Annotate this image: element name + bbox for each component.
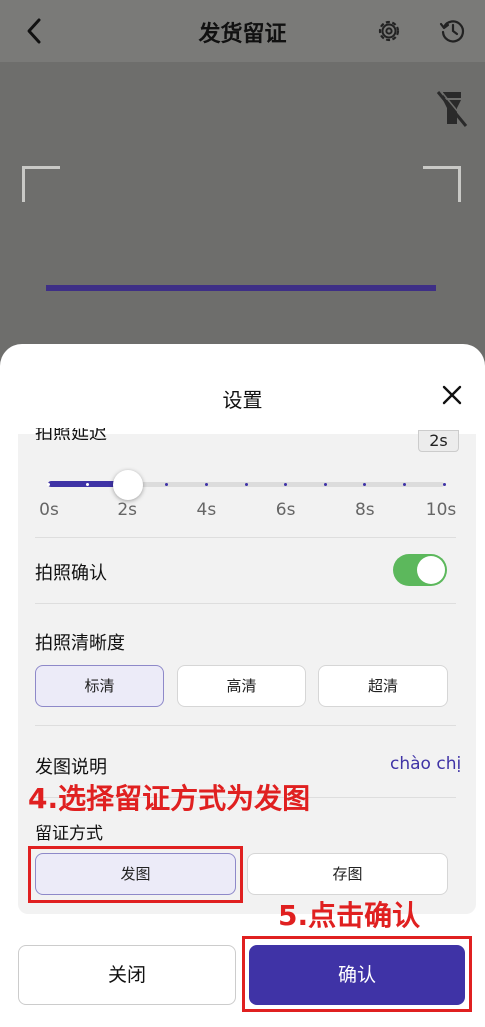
- scan-frame-corner: [423, 166, 461, 202]
- annotation-box-step4: [28, 846, 243, 903]
- method-option-save-image[interactable]: 存图: [247, 853, 448, 895]
- slider-tick-label: 2s: [117, 500, 138, 520]
- clarity-option-hd[interactable]: 高清: [177, 665, 306, 707]
- gear-icon[interactable]: [374, 16, 404, 46]
- scan-line: [46, 285, 436, 291]
- top-bar: 发货留证: [0, 0, 485, 62]
- photo-confirm-label: 拍照确认: [35, 563, 107, 584]
- photo-confirm-toggle[interactable]: [393, 554, 447, 586]
- slider-tick: [402, 483, 406, 486]
- camera-preview: [0, 62, 485, 362]
- divider: [35, 537, 456, 538]
- toggle-knob: [417, 556, 445, 584]
- annotation-box-step5: [242, 936, 472, 1012]
- page-title: 发货留证: [198, 22, 287, 47]
- delay-value-badge: 2s: [418, 430, 459, 452]
- clarity-label: 拍照清晰度: [35, 633, 125, 654]
- flash-off-icon[interactable]: [434, 88, 470, 128]
- slider-tick: [442, 483, 446, 486]
- slider-tick-label: 4s: [196, 500, 217, 520]
- caption-value-link[interactable]: chào chị: [390, 754, 461, 774]
- caption-label: 发图说明: [35, 757, 107, 778]
- annotation-step5: 5.点击确认: [278, 899, 421, 932]
- clarity-option-standard[interactable]: 标清: [35, 665, 164, 707]
- slider-tick: [204, 483, 208, 486]
- slider-tick-label: 8s: [354, 500, 375, 520]
- slider-tick-label: 0s: [39, 500, 59, 520]
- slider-tick: [323, 483, 327, 486]
- divider: [35, 603, 456, 604]
- divider: [35, 725, 456, 726]
- annotation-step4: 4.选择留证方式为发图: [28, 782, 311, 815]
- history-icon[interactable]: [438, 16, 468, 46]
- sheet-title: 设置: [222, 388, 263, 412]
- delay-label: 拍照延迟: [35, 428, 107, 440]
- scan-frame-corner: [22, 166, 60, 202]
- slider-tick-label: 10s: [425, 500, 457, 520]
- slider-tick-label: 6s: [275, 500, 296, 520]
- slider-tick: [46, 483, 50, 486]
- close-button[interactable]: 关闭: [18, 945, 236, 1005]
- delay-slider-thumb[interactable]: [113, 470, 144, 500]
- clarity-option-ultra-hd[interactable]: 超清: [318, 665, 448, 707]
- close-icon[interactable]: [438, 381, 466, 409]
- evidence-method-label: 留证方式: [35, 824, 103, 844]
- slider-tick: [244, 483, 248, 486]
